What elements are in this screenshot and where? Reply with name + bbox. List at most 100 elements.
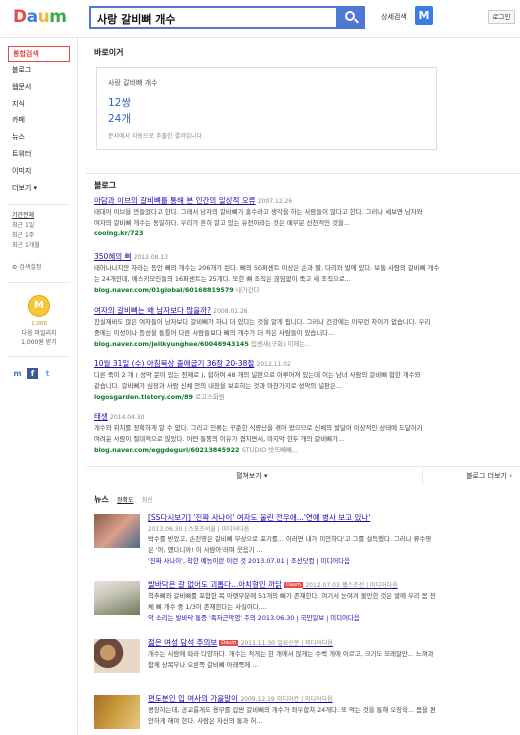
blog-result: 태생 2014.04.30 개수와 위치를 정확하게 알 수 없다. 그리고 인… xyxy=(94,411,514,454)
header: Daum 사랑 갈비뼈 개수 상세검색 M 로그인 xyxy=(0,0,520,38)
sidebar-item-news[interactable]: 뉴스 xyxy=(8,129,70,146)
sidebar-item-web[interactable]: 웹문서 xyxy=(8,79,70,96)
sidebar-item-twitter[interactable]: 트위터 xyxy=(8,146,70,163)
sidebar-item-knowledge[interactable]: 지식 xyxy=(8,96,70,113)
news-result-snippet: 함께 상복부나 오른쪽 갈비뼈 아래쪽에 ... xyxy=(148,661,259,669)
sidebar: 통합검색 블로그 웹문서 지식 카페 뉴스 트위터 이미지 더보기 ▾ 기간전체… xyxy=(0,38,78,735)
news-result-title[interactable]: [SS다시보기] '진짜 사나이' 여자도 울린 전우애...'연예 병사 보고… xyxy=(148,512,514,523)
news-result-snippet: 안하게 해야 한다. 사람은 자신의 통과 허... xyxy=(148,717,263,725)
news-result: [SS다시보기] '진짜 사나이' 여자도 울린 전우애...'연예 병사 보고… xyxy=(94,512,514,572)
mileage-coin-icon[interactable]: M xyxy=(28,295,50,317)
search-query[interactable]: 사랑 갈비뼈 개수 xyxy=(97,11,176,27)
news-thumbnail[interactable] xyxy=(94,695,140,729)
blog-result-url[interactable]: blog.naver.com/jellkyunghee/60046943145 xyxy=(94,340,249,348)
blog-result-url[interactable]: blog.naver.com/01global/60168819579 xyxy=(94,286,234,294)
blog-result-title[interactable]: 350혜의 뼈 xyxy=(94,252,131,261)
news-result-snippet: 척추뼈와 갈비뼈를 포함한 목 아랫부분에 51개의 뼈가 존재한다. 여기서 … xyxy=(148,592,436,600)
sidebar-item-all[interactable]: 통합검색 xyxy=(8,46,70,62)
daum-logo[interactable]: Daum xyxy=(13,7,67,27)
blog-result-date: 2014.04.30 xyxy=(110,414,145,421)
blog-result-snippet: 태어나나지만 자라는 동안 뼈의 개수는 206개가 된다. 뼈의 50퍼센트 … xyxy=(94,264,440,272)
mileage-line-1: 다음 마일리지 xyxy=(21,330,57,337)
blog-result-snippet: 여려운 사람이 절대적으로 많았다. 어떤 통뚱의 이유가 겹치면서, 마지막 … xyxy=(94,435,345,443)
blog-result: 여자의 갈비뼈는 왜 남자보다 많을까? 2008.01.26 잔실재바도 많은… xyxy=(94,305,514,348)
sidebar-item-blog[interactable]: 블로그 xyxy=(8,62,70,79)
search-button[interactable] xyxy=(338,6,365,29)
answer-query: 사랑 갈비뼈 개수 xyxy=(108,79,158,87)
search-icon-handle xyxy=(354,18,359,24)
blog-result-snippet: 개수와 위치를 정확하게 알 수 없다. 그리고 인류는 꾸준한 식량난을 겪어… xyxy=(94,424,423,432)
blog-result-title[interactable]: 태생 xyxy=(94,412,108,421)
news-result-title[interactable]: 발바닥은 갈 없어도 괴롭다...아치형인 까닭 xyxy=(148,580,282,589)
news-thumbnail[interactable] xyxy=(94,639,140,673)
period-1month[interactable]: 최근 1개월 xyxy=(12,240,40,250)
blog-more-link[interactable]: 블로그 더보기 › xyxy=(466,471,512,481)
mileage-caption[interactable]: 1,000 다음 마일리지 1,000원 받기 xyxy=(8,320,70,347)
tab-accuracy[interactable]: 정확도 xyxy=(117,497,134,504)
news-result-source: 일요신문 | 미디어다음 xyxy=(277,640,333,647)
section-title: 바로이거 xyxy=(94,48,124,57)
blog-result: 350혜의 뼈 2012.08.13 태어나나지만 자라는 동안 뼈의 개수는 … xyxy=(94,251,514,294)
news-thumbnail[interactable] xyxy=(94,514,140,548)
mypeople-icon[interactable]: M xyxy=(415,6,433,25)
news-result: 발바닥은 갈 없어도 괴롭다...아치형인 까닭 Daum 2012.07.03 … xyxy=(94,579,514,639)
logo-letter: a xyxy=(26,7,38,27)
blog-result-url[interactable]: logosgarden.tistory.com/89 xyxy=(94,393,193,401)
mypeople-share-icon[interactable]: m xyxy=(12,368,23,379)
news-result-snippet: 박수를 받았고, 손진영은 갈비뼈 부상으로 포기를... 이러면 내가 미안하… xyxy=(148,535,432,543)
sidebar-item-more[interactable]: 더보기 ▾ xyxy=(8,180,70,197)
blog-result-date: 2008.01.26 xyxy=(213,308,248,315)
twitter-icon[interactable]: t xyxy=(42,368,53,379)
blog-result-author: 입센새(구회) 이제는... xyxy=(251,340,312,348)
blog-result-title[interactable]: 아담과 이브의 갈비뼈를 통해 본 인간의 일상적 오류 xyxy=(94,196,256,205)
blog-result-title[interactable]: 여자의 갈비뼈는 왜 남자보다 많을까? xyxy=(94,306,211,315)
news-result-title[interactable]: 젊은 여성 담석 주의보 xyxy=(148,638,217,647)
news-result-snippet: 은 '아, 했다니까! 이 사람아'라며 웃음기 ... xyxy=(148,546,263,554)
advanced-search-link[interactable]: 상세검색 xyxy=(381,12,407,22)
sidebar-item-cafe[interactable]: 카페 xyxy=(8,112,70,129)
blog-result-url[interactable]: cooing.kr/723 xyxy=(94,229,143,237)
main-content: 바로이거 사랑 갈비뼈 개수 12쌍 24개 문서에서 자동으로 추출한 결과입… xyxy=(86,38,520,735)
search-settings-link[interactable]: ⚙ 검색설정 xyxy=(12,262,41,271)
news-related-link[interactable]: '진짜 사나이', 착한 예능이란 이런 것 2013.07.01 | 조선닷컴… xyxy=(148,556,514,565)
blog-result-snippet: 태대어 이브을 만들었다고 한다. 그래서 남자의 갈비뼈가 홍수라고 생각을 … xyxy=(94,208,423,216)
login-button[interactable]: 로그인 xyxy=(488,10,515,24)
news-header: 뉴스 정확도 최신 xyxy=(94,494,159,505)
news-result: 젊은 여성 담석 주의보 Daum 2011.11.30 일요신문 | 미디어다음… xyxy=(94,637,514,697)
blog-result-date: 2007.12.26 xyxy=(257,198,293,205)
news-result-source: 미디어칸 | 미디어다음 xyxy=(277,696,333,703)
news-related-link[interactable]: 악 소리는 발바닥 통증 '족저근막염' 주의 2013.06.30 | 국민일… xyxy=(148,613,514,622)
sidebar-nav: 통합검색 블로그 웹문서 지식 카페 뉴스 트위터 이미지 더보기 ▾ xyxy=(8,46,70,196)
news-result-title[interactable]: 편도분인 입 여사의 가을알이 xyxy=(148,694,238,703)
daum-badge: Daum xyxy=(219,640,239,646)
period-1week[interactable]: 최근 1주 xyxy=(12,230,40,240)
news-result-source: 2013.06.30 | 스포츠서울 | 미디어다음 xyxy=(148,526,250,533)
answer-note: 문서에서 자동으로 추출한 결과입니다. xyxy=(108,133,204,140)
expand-button[interactable]: 펼쳐보기 ▾ xyxy=(236,471,268,481)
divider xyxy=(8,356,70,357)
blog-result-snippet: 잔실재바도 많은 여자들이 남자보다 갈비뼈가 하나 더 있다는 것을 알게 됩… xyxy=(94,318,431,326)
blog-result-author: STUDIO 밧뜨빼빼... xyxy=(241,446,298,454)
news-thumbnail[interactable] xyxy=(94,581,140,615)
tab-latest[interactable]: 최신 xyxy=(142,497,153,504)
news-result-snippet: 개수는 사람에 따라 다양하다. 개수는 적게는 한 개에서 많게는 수백 개에… xyxy=(148,650,434,658)
blog-result-title[interactable]: 10월 31일 (수) 아침묵상 출애굽기 36장 20-38절 xyxy=(94,359,254,368)
facebook-icon[interactable]: f xyxy=(27,368,38,379)
answer-value: 12쌍 xyxy=(108,97,132,109)
divider xyxy=(8,282,70,283)
divider xyxy=(422,467,423,485)
blog-result-snippet: 는 24개인데, 에스키모인들의 16퍼센트는 25개다. 또한 뼈 조직은 끊… xyxy=(94,275,351,283)
blog-result-snippet: 다른 죽이 2 개 ( 성막 문이 있는 전제로 ), 합하여 48 개의 널판… xyxy=(94,371,421,379)
period-all[interactable]: 기간전체 xyxy=(12,210,40,220)
period-1day[interactable]: 최근 1일 xyxy=(12,220,40,230)
answer-box: 사랑 갈비뼈 개수 12쌍 24개 문서에서 자동으로 추출한 결과입니다. xyxy=(96,67,437,150)
logo-letter: D xyxy=(13,7,27,27)
blog-result-snippet: 같습니다. 갈비뼈가 심장과 사람 신체 안의 내장을 보호하는 것과 마찬가지… xyxy=(94,382,343,390)
blog-result-author: 로고스화원 xyxy=(195,393,225,401)
logo-letter: u xyxy=(37,7,50,27)
blog-result-url[interactable]: blog.naver.com/eggdeguri/60213845922 xyxy=(94,446,239,454)
news-result: 편도분인 입 여사의 가을알이 2009.12.19 미디어칸 | 미디어다음 … xyxy=(94,693,514,735)
sidebar-item-image[interactable]: 이미지 xyxy=(8,163,70,180)
search-input[interactable]: 사랑 갈비뼈 개수 xyxy=(89,6,338,29)
news-result-date: 2011.11.30 xyxy=(240,640,275,647)
